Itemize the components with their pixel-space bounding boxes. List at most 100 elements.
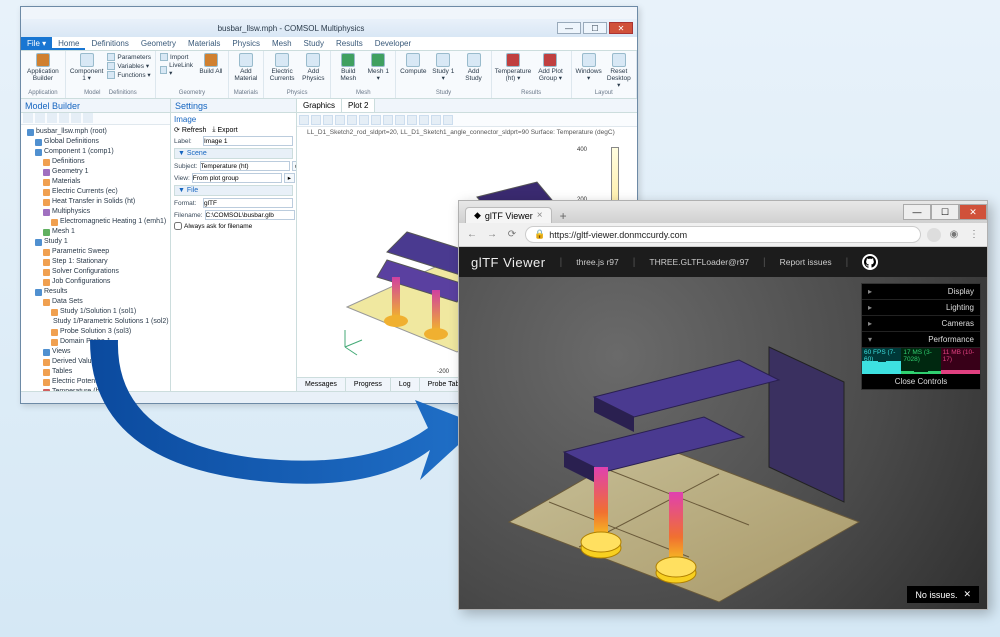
tree-node[interactable]: Component 1 (comp1) [23,147,168,157]
tab-materials[interactable]: Materials [182,37,226,50]
subject-select[interactable] [200,161,290,171]
tree-node[interactable]: Materials [23,177,168,187]
tree-node[interactable]: Results [23,287,168,297]
tab-mesh[interactable]: Mesh [266,37,298,50]
tab-graphics[interactable]: Graphics [297,99,342,112]
tab-physics[interactable]: Physics [226,37,266,50]
import-button[interactable]: Import [160,53,194,61]
gtb-icon[interactable] [359,115,369,125]
extension-icon[interactable] [927,228,941,242]
variables-button[interactable]: Variables ▾ [107,62,151,70]
tree-node[interactable]: Job Configurations [23,277,168,287]
export-button[interactable]: Export [217,127,237,134]
github-icon[interactable] [862,254,878,270]
reset-button[interactable]: Reset Desktop ▾ [606,53,632,89]
gtb-icon[interactable] [335,115,345,125]
lighting-row[interactable]: ▸Lighting [862,300,980,316]
tree-node[interactable]: Study 1/Solution 1 (sol1) [23,307,168,317]
application-builder-button[interactable]: Application Builder [25,53,61,82]
format-select[interactable] [203,198,293,208]
cameras-row[interactable]: ▸Cameras [862,316,980,332]
tab-plot2[interactable]: Plot 2 [342,99,375,112]
performance-row[interactable]: ▾Performance [862,332,980,348]
add-physics-button[interactable]: Add Physics [300,53,326,82]
tb-icon[interactable] [23,113,33,123]
tree-node[interactable]: Heat Transfer in Solids (ht) [23,197,168,207]
tab-study[interactable]: Study [298,37,330,50]
chrome-close[interactable]: ✕ [959,204,987,220]
gtb-icon[interactable] [407,115,417,125]
gtb-icon[interactable] [371,115,381,125]
tree-node[interactable]: Mesh 1 [23,227,168,237]
gltf-viewer[interactable]: glTF Viewer | three.js r97 | THREE.GLTFL… [459,247,987,609]
report-link[interactable]: Report issues [780,257,832,267]
gtb-icon[interactable] [299,115,309,125]
tree-node[interactable]: Study 1 [23,237,168,247]
component-button[interactable]: Component 1 ▾ [70,53,104,82]
qat-icon[interactable] [116,8,126,18]
qat-icon[interactable] [103,8,113,18]
profile-icon[interactable]: ◉ [947,228,961,242]
qat-icon[interactable] [25,8,35,18]
windows-button[interactable]: Windows ▾ [576,53,602,89]
study1-button[interactable]: Study 1 ▾ [430,53,456,82]
gtb-icon[interactable] [323,115,333,125]
tab-developer[interactable]: Developer [369,37,417,50]
gtb-icon[interactable] [383,115,393,125]
tb-icon[interactable] [71,113,81,123]
tree-node[interactable]: Multiphysics [23,207,168,217]
qat-icon[interactable] [64,8,74,18]
gtb-icon[interactable] [431,115,441,125]
tb-icon[interactable] [47,113,57,123]
file-section[interactable]: ▼ File [174,185,293,196]
tb-icon[interactable] [59,113,69,123]
gtb-icon[interactable] [419,115,429,125]
url-bar[interactable]: 🔒 https://gltf-viewer.donmccurdy.com [525,226,921,243]
loader-link[interactable]: THREE.GLTFLoader@r97 [649,257,749,267]
browser-tab[interactable]: ◆ glTF Viewer × [465,207,552,223]
add-study-button[interactable]: Add Study [460,53,486,82]
view-go[interactable]: ▸ [284,173,295,183]
tree-node[interactable]: Solver Configurations [23,267,168,277]
new-tab-button[interactable]: + [556,209,571,223]
tree-node[interactable]: busbar_llsw.mph (root) [23,127,168,137]
gtb-icon[interactable] [311,115,321,125]
add-plot-button[interactable]: Add Plot Group ▾ [534,53,566,82]
threejs-link[interactable]: three.js r97 [576,257,619,267]
scene-section[interactable]: ▼ Scene [174,148,293,159]
chrome-maximize[interactable]: ☐ [931,204,959,220]
tree-node[interactable]: Definitions [23,157,168,167]
build-mesh-button[interactable]: Build Mesh [335,53,361,82]
livelink-button[interactable]: LiveLink ▾ [160,62,194,77]
gtb-icon[interactable] [395,115,405,125]
tree-node[interactable]: Parametric Sweep [23,247,168,257]
add-material-button[interactable]: Add Material [233,53,259,82]
qat-icon[interactable] [90,8,100,18]
functions-button[interactable]: Functions ▾ [107,71,151,79]
toast-close-icon[interactable]: ✕ [963,589,971,600]
temperature-button[interactable]: Temperature (ht) ▾ [496,53,531,82]
subject-go[interactable]: ▸ [292,161,297,171]
tb-icon[interactable] [83,113,93,123]
tree-node[interactable]: Data Sets [23,297,168,307]
tab-home[interactable]: Home [52,37,85,50]
tree-node[interactable]: Global Definitions [23,137,168,147]
reload-button[interactable]: ⟳ [505,228,519,242]
label-input[interactable] [203,136,293,146]
always-checkbox[interactable] [174,222,182,230]
tree-node[interactable]: Step 1: Stationary [23,257,168,267]
gtb-icon[interactable] [443,115,453,125]
tree-node[interactable]: Geometry 1 [23,167,168,177]
close-controls-button[interactable]: Close Controls [862,374,980,389]
qat-icon[interactable] [77,8,87,18]
menu-icon[interactable]: ⋮ [967,228,981,242]
tree-node[interactable]: Electromagnetic Heating 1 (emh1) [23,217,168,227]
refresh-button[interactable]: Refresh [182,127,207,134]
no-issues-toast[interactable]: No issues. ✕ [907,586,979,603]
tb-icon[interactable] [35,113,45,123]
build-all-button[interactable]: Build All [198,53,224,77]
back-button[interactable]: ← [465,228,479,242]
close-button[interactable]: ✕ [609,22,633,34]
qat-icon[interactable] [51,8,61,18]
compute-button[interactable]: Compute [400,53,426,82]
